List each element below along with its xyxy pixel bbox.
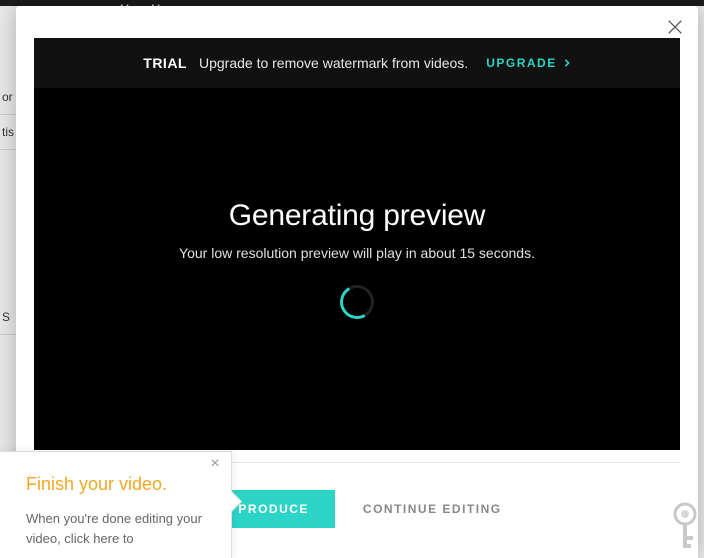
close-icon: × <box>210 456 219 472</box>
video-preview-area: TRIAL Upgrade to remove watermark from v… <box>34 38 680 450</box>
tooltip-title: Finish your video. <box>26 474 205 495</box>
trial-banner: TRIAL Upgrade to remove watermark from v… <box>34 38 680 88</box>
loading-spinner-icon <box>336 281 378 323</box>
trial-message: Upgrade to remove watermark from videos. <box>199 55 468 71</box>
tooltip-body: When you're done editing your video, cli… <box>26 509 205 548</box>
key-badge-icon <box>670 502 700 552</box>
tooltip-close-button[interactable]: × <box>207 456 223 472</box>
generating-subtitle: Your low resolution preview will play in… <box>179 245 535 261</box>
upgrade-link[interactable]: UPGRADE <box>486 56 571 70</box>
close-modal-button[interactable] <box>664 16 686 38</box>
chevron-right-icon <box>563 59 571 67</box>
generating-title: Generating preview <box>229 199 486 233</box>
preview-status: Generating preview Your low resolution p… <box>34 88 680 450</box>
upgrade-link-label: UPGRADE <box>486 56 557 70</box>
close-icon <box>666 18 684 36</box>
trial-label: TRIAL <box>143 55 187 71</box>
continue-editing-button[interactable]: CONTINUE EDITING <box>363 502 502 516</box>
finish-video-tooltip: × Finish your video. When you're done ed… <box>0 451 232 558</box>
